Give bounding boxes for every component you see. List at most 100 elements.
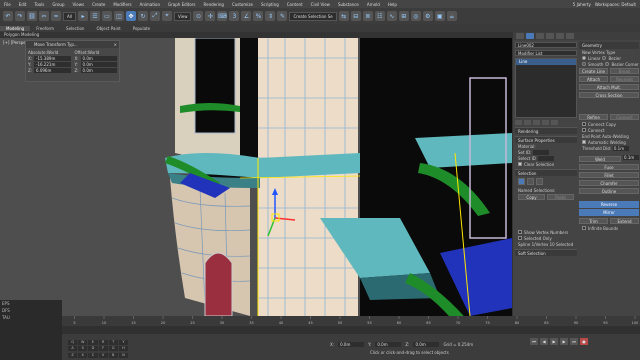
rendered-frame-window-icon[interactable]: ▣	[434, 11, 445, 21]
display-tab-icon[interactable]	[556, 33, 564, 39]
connect-checkbox[interactable]	[582, 128, 586, 132]
rollout-geometry[interactable]: Geometry	[579, 42, 639, 49]
absolute-z-field[interactable]: 6.096m	[34, 68, 71, 73]
keyboard-shortcut-override-icon[interactable]: ⌨	[217, 11, 228, 21]
refine-button[interactable]: Refine	[579, 114, 608, 120]
make-unique-icon[interactable]	[533, 120, 540, 125]
selected-only-checkbox[interactable]	[518, 236, 522, 240]
rollout-soft-selection[interactable]: Soft Selection	[515, 249, 577, 256]
break-button[interactable]: Break	[610, 68, 639, 74]
linear-radio[interactable]	[582, 56, 586, 60]
show-end-result-icon[interactable]	[524, 120, 531, 125]
tab-object-paint[interactable]: Object Paint	[90, 26, 126, 31]
modify-tab-icon[interactable]	[526, 33, 534, 39]
menu-item-content[interactable]: Content	[283, 2, 307, 7]
object-name-field[interactable]: Line002	[515, 42, 577, 48]
menu-item-animation[interactable]: Animation	[136, 2, 164, 7]
auto-key-icon[interactable]: ●	[580, 338, 588, 345]
create-tab-icon[interactable]	[516, 33, 524, 39]
menu-item-modifiers[interactable]: Modifiers	[109, 2, 135, 7]
offset-x-field[interactable]: 0.0m	[80, 56, 117, 61]
tab-populate[interactable]: Populate	[127, 26, 156, 31]
select-and-move-icon[interactable]: ✥	[125, 11, 136, 21]
set-id-field[interactable]	[533, 149, 550, 155]
offset-y-field[interactable]: 0.0m	[80, 62, 117, 67]
mirror-icon[interactable]: ⇆	[338, 11, 349, 21]
move-transform-title[interactable]: Move Transform Typ... ×	[26, 41, 119, 48]
reference-coordinate-dropdown[interactable]: View	[173, 11, 192, 21]
select-manipulate-icon[interactable]: ✢	[205, 11, 216, 21]
vertex-level-icon[interactable]	[518, 178, 525, 185]
select-by-name-icon[interactable]: ☰	[89, 11, 100, 21]
hierarchy-tab-icon[interactable]	[536, 33, 544, 39]
angle-snap-icon[interactable]: ∠	[241, 11, 252, 21]
rollout-surface-properties[interactable]: Surface Properties	[515, 136, 577, 143]
y-coordinate-field[interactable]: 0.0m	[375, 342, 402, 347]
selection-filter-dropdown[interactable]: All	[63, 11, 76, 21]
workspace-selector[interactable]: Workspaces: Default	[595, 2, 636, 7]
menu-item-create[interactable]: Create	[88, 2, 109, 7]
tab-modeling[interactable]: Modeling	[0, 25, 31, 31]
rollout-rendering[interactable]: Rendering	[515, 127, 577, 134]
z-coordinate-field[interactable]: 0.0m	[413, 342, 440, 347]
go-to-end-icon[interactable]: ⏭	[570, 338, 578, 345]
weld-threshold-field[interactable]: 0.1m	[623, 155, 639, 160]
copy-button[interactable]: Copy	[518, 194, 545, 200]
menu-item-group[interactable]: Group	[48, 2, 68, 7]
curve-editor-icon[interactable]: ∿	[386, 11, 397, 21]
show-vertex-numbers-checkbox[interactable]	[518, 230, 522, 234]
maxscript-listener[interactable]: EPS DFS TAU	[0, 300, 62, 360]
cross-section-button[interactable]: Cross Section	[579, 92, 639, 98]
named-selection-dropdown[interactable]: Create Selection Se	[289, 11, 337, 21]
play-icon[interactable]: ▶	[550, 338, 558, 345]
reverse-button[interactable]: Reverse	[579, 201, 639, 208]
threshold-dist-field[interactable]: 0.1m	[612, 145, 629, 151]
x-coordinate-field[interactable]: 0.0m	[338, 342, 365, 347]
connect-button[interactable]: Connect	[610, 114, 639, 120]
close-icon[interactable]: ×	[114, 41, 117, 48]
select-id-field[interactable]	[537, 155, 554, 161]
render-production-icon[interactable]: ☕	[446, 11, 457, 21]
undo-icon[interactable]: ↶	[3, 11, 13, 21]
select-object-icon[interactable]: ▸	[77, 11, 88, 21]
window-crossing-icon[interactable]: ◫	[113, 11, 124, 21]
smooth-radio[interactable]	[582, 62, 586, 66]
menu-item-views[interactable]: Views	[69, 2, 89, 7]
utilities-tab-icon[interactable]	[566, 33, 574, 39]
unlink-icon[interactable]: ✂	[39, 11, 49, 21]
bezier-radio[interactable]	[602, 56, 607, 60]
tab-freeform[interactable]: Freeform	[30, 26, 60, 31]
spline-level-icon[interactable]	[536, 178, 543, 185]
paste-button[interactable]: Paste	[547, 194, 574, 200]
redo-icon[interactable]: ↷	[15, 11, 25, 21]
absolute-y-field[interactable]: -16.221m	[34, 62, 71, 67]
menu-item-file[interactable]: File	[0, 2, 15, 7]
material-editor-icon[interactable]: ◎	[410, 11, 421, 21]
user-account[interactable]: 5 Jaherty	[573, 2, 591, 7]
select-and-scale-icon[interactable]: ⤢	[149, 11, 160, 21]
fuse-button[interactable]: Fuse	[579, 164, 639, 170]
remove-modifier-icon[interactable]	[542, 120, 549, 125]
menu-item-arnold[interactable]: Arnold	[363, 2, 384, 7]
outline-button[interactable]: Outline	[579, 188, 639, 194]
trim-button[interactable]: Trim	[579, 218, 608, 224]
menu-item-scripting[interactable]: Scripting	[257, 2, 283, 7]
scene-explorer-icon[interactable]: ☷	[374, 11, 385, 21]
pivot-center-icon[interactable]: ⊙	[193, 11, 204, 21]
attach-mult-button[interactable]: Attach Mult.	[579, 84, 639, 90]
absolute-x-field[interactable]: -15.389m	[34, 56, 71, 61]
connect-copy-checkbox[interactable]	[582, 122, 586, 126]
spinner-snap-icon[interactable]: ⇕	[265, 11, 276, 21]
menu-item-substance[interactable]: Substance	[334, 2, 363, 7]
place-icon[interactable]: ⌖	[161, 11, 172, 21]
mirror-button[interactable]: Mirror	[579, 209, 639, 216]
tab-selection[interactable]: Selection	[60, 26, 90, 31]
extend-button[interactable]: Extend	[610, 218, 639, 224]
menu-item-help[interactable]: Help	[384, 2, 401, 7]
weld-button[interactable]: Weld	[579, 156, 621, 162]
snaps-toggle-icon[interactable]: 3	[229, 11, 240, 21]
menu-item-customize[interactable]: Customize	[228, 2, 257, 7]
rollout-selection[interactable]: Selection	[515, 169, 577, 176]
bezier-corner-radio[interactable]	[605, 62, 610, 66]
bind-space-warp-icon[interactable]: ≈	[51, 11, 61, 21]
